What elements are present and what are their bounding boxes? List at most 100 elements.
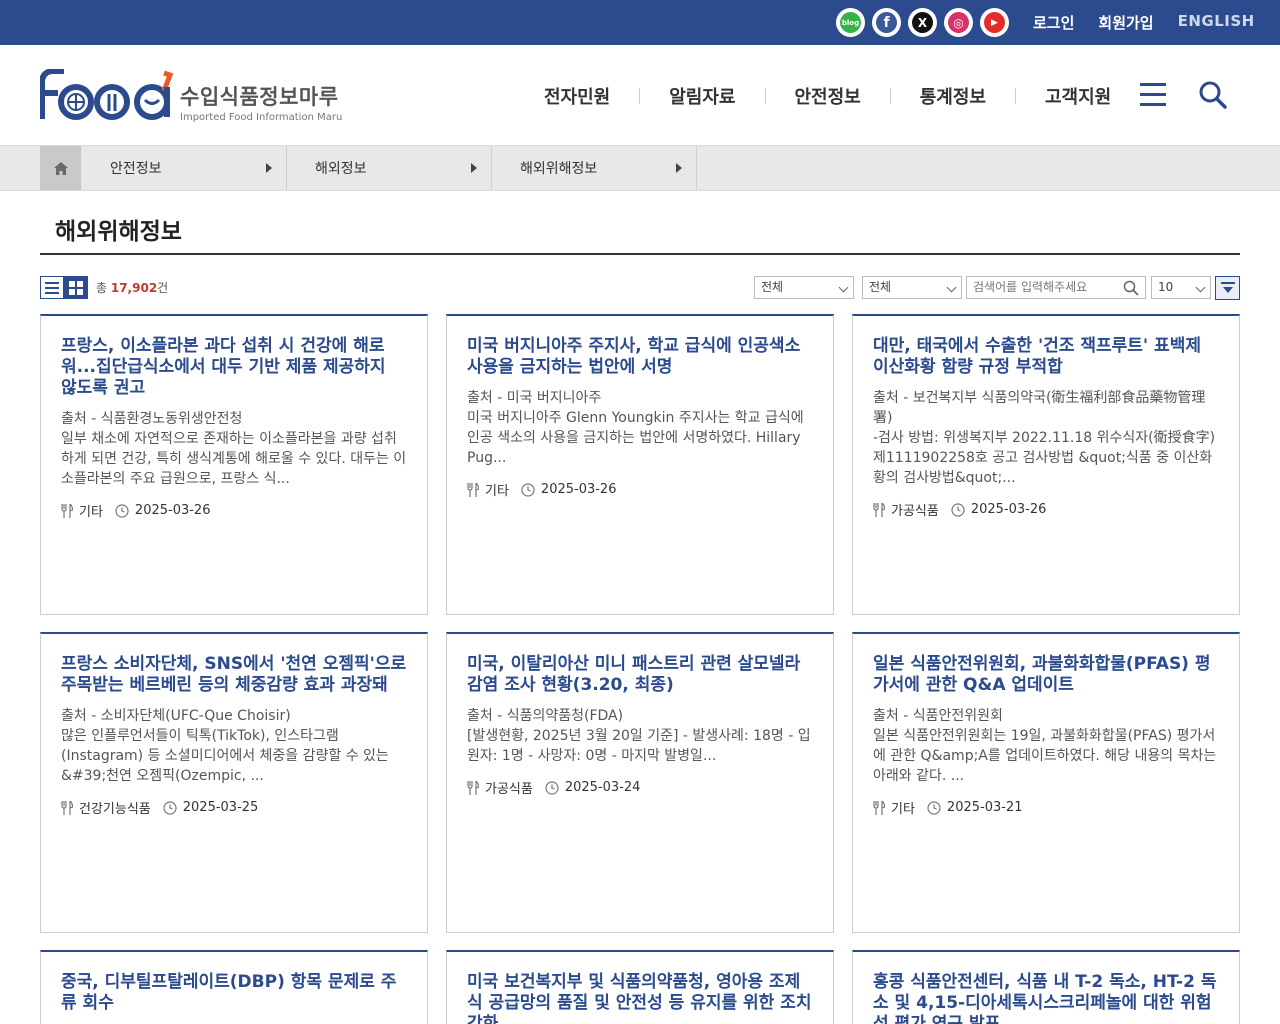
caret-right-icon [266,163,272,173]
apply-filter-button[interactable] [1215,276,1240,300]
card-description: [발생현황, 2025년 3월 20일 기준] - 발생사례: 18명 - 입원… [467,728,811,764]
filter-select-2[interactable]: 전체 [862,276,962,299]
card-description: 일부 채소에 자연적으로 존재하는 이소플라본을 과량 섭취하게 되면 건강, … [61,431,407,487]
dropdown-arrow-icon [1220,282,1235,293]
card-title[interactable]: 중국, 디부틸프탈레이트(DBP) 항목 문제로 주류 회수 [61,972,407,1014]
card-category: 기타 [485,484,509,499]
search-input[interactable]: 검색어를 입력해주세요 [966,276,1146,299]
card-title[interactable]: 프랑스, 이소플라본 과다 섭취 시 건강에 해로워...집단급식소에서 대두 … [61,336,407,399]
news-card[interactable]: 미국 보건복지부 및 식품의약품청, 영아용 조제식 공급망의 품질 및 안전성… [446,950,834,1024]
clock-icon [115,503,129,518]
hamburger-menu-icon[interactable] [1140,82,1166,106]
site-logo[interactable]: 수입식품정보마루 Imported Food Information Maru [39,68,343,123]
clock-icon [521,482,535,497]
chevron-down-icon [838,282,849,293]
news-card[interactable]: 홍콩 식품안전센터, 식품 내 T-2 독소, HT-2 독소 및 4,15-디… [852,950,1240,1024]
card-category: 기타 [891,802,915,817]
card-meta: 기타 2025-03-26 [61,501,407,520]
nav-e-civil[interactable]: 전자민원 [544,83,610,109]
news-card[interactable]: 프랑스, 이소플라본 과다 섭취 시 건강에 해로워...집단급식소에서 대두 … [40,314,428,615]
card-source: 출처 - 식품환경노동위생안전청 [61,411,243,427]
card-date: 2025-03-25 [182,800,259,815]
utensils-icon [467,482,479,497]
card-title[interactable]: 미국, 이탈리아산 미니 패스트리 관련 살모넬라 감염 조사 현황(3.20,… [467,654,813,696]
card-title[interactable]: 대만, 태국에서 수출한 '건조 잭프루트' 표백제 이산화황 함량 규정 부적… [873,336,1219,378]
card-source: 출처 - 식품의약품청(FDA) [467,708,624,724]
card-category: 가공식품 [891,504,939,519]
news-card[interactable]: 미국, 이탈리아산 미니 패스트리 관련 살모넬라 감염 조사 현황(3.20,… [446,632,834,933]
nav-divider [1015,88,1016,104]
youtube-icon[interactable]: ▶ [980,8,1009,37]
clock-icon [545,780,559,795]
card-date: 2025-03-26 [540,482,617,497]
card-description: 미국 버지니아주 Glenn Youngkin 주지사는 학교 급식에 인공 색… [467,410,804,466]
card-title[interactable]: 미국 버지니아주 주지사, 학교 급식에 인공색소 사용을 금지하는 법안에 서… [467,336,813,378]
list-view-icon [45,281,59,294]
nav-safety[interactable]: 안전정보 [795,83,861,109]
page-title: 해외위해정보 [55,219,182,245]
breadcrumb-label: 안전정보 [110,161,162,177]
title-divider [40,253,1240,255]
news-card[interactable]: 중국, 디부틸프탈레이트(DBP) 항목 문제로 주류 회수 [40,950,428,1024]
utensils-icon [873,800,885,815]
login-link[interactable]: 로그인 [1033,12,1074,33]
news-card[interactable]: 일본 식품안전위원회, 과불화화합물(PFAS) 평가서에 관한 Q&A 업데이… [852,632,1240,933]
card-description: -검사 방법: 위생복지부 2022.11.18 위수식자(衛授食字) 제111… [873,430,1216,486]
logo-english-text: Imported Food Information Maru [180,112,343,123]
card-meta: 건강기능식품 2025-03-25 [61,798,407,817]
nav-divider [764,88,766,104]
breadcrumb: 안전정보 해외정보 해외위해정보 [0,145,1280,191]
utensils-icon [467,780,479,795]
top-utility-bar: blog f X ◎ ▶ 로그인 회원가입 ENGLISH [0,0,1280,45]
card-title[interactable]: 홍콩 식품안전센터, 식품 내 T-2 독소, HT-2 독소 및 4,15-디… [873,972,1219,1024]
card-title[interactable]: 미국 보건복지부 및 식품의약품청, 영아용 조제식 공급망의 품질 및 안전성… [467,972,813,1024]
news-card[interactable]: 미국 버지니아주 주지사, 학교 급식에 인공색소 사용을 금지하는 법안에 서… [446,314,834,615]
nav-statistics[interactable]: 통계정보 [920,83,986,109]
chevron-down-icon [946,282,957,293]
instagram-icon[interactable]: ◎ [944,8,973,37]
card-source: 출처 - 소비자단체(UFC-Que Choisir) [61,708,291,724]
search-icon[interactable] [1123,280,1139,296]
english-link[interactable]: ENGLISH [1178,12,1255,33]
card-view-button[interactable] [64,276,88,299]
card-source: 출처 - 보건복지부 식품의약국(衛生福利部食品藥物管理署) [873,390,1206,426]
card-date: 2025-03-21 [946,800,1023,815]
card-category: 기타 [79,505,103,520]
card-category: 가공식품 [485,782,533,797]
chevron-down-icon [1195,282,1206,293]
card-title[interactable]: 프랑스 소비자단체, SNS에서 '천연 오젬픽'으로 주목받는 베르베린 등의… [61,654,407,696]
news-card[interactable]: 프랑스 소비자단체, SNS에서 '천연 오젬픽'으로 주목받는 베르베린 등의… [40,632,428,933]
filter-select-1[interactable]: 전체 [754,276,854,299]
grid-view-icon [69,280,83,295]
card-description: 일본 식품안전위원회는 19일, 과불화화합물(PFAS) 평가서에 관한 Q&… [873,728,1217,784]
news-card[interactable]: 대만, 태국에서 수출한 '건조 잭프루트' 표백제 이산화황 함량 규정 부적… [852,314,1240,615]
breadcrumb-label: 해외정보 [315,161,367,177]
home-icon[interactable] [40,146,81,190]
card-source: 출처 - 미국 버지니아주 [467,390,602,406]
x-icon[interactable]: X [908,8,937,37]
clock-icon [951,502,965,517]
count-value: 17,902 [110,281,158,295]
page-size-select[interactable]: 10 [1151,276,1211,299]
card-title[interactable]: 일본 식품안전위원회, 과불화화합물(PFAS) 평가서에 관한 Q&A 업데이… [873,654,1219,696]
card-meta: 기타 2025-03-26 [467,480,813,499]
card-date: 2025-03-26 [134,503,211,518]
breadcrumb-level-3[interactable]: 해외위해정보 [492,146,697,190]
nav-support[interactable]: 고객지원 [1045,83,1111,109]
facebook-icon[interactable]: f [872,8,901,37]
list-view-button[interactable] [40,276,64,299]
utensils-icon [873,502,885,517]
main-navigation: 전자민원 알림자료 안전정보 통계정보 고객지원 [544,83,1111,109]
breadcrumb-level-1[interactable]: 안전정보 [82,146,287,190]
nav-divider [639,88,641,104]
card-date: 2025-03-26 [970,502,1047,517]
card-description: 많은 인플루언서들이 틱톡(TikTok), 인스타그램(Instagram) … [61,728,389,784]
caret-right-icon [676,163,682,173]
signup-link[interactable]: 회원가입 [1098,12,1153,33]
search-icon[interactable] [1198,80,1228,110]
caret-right-icon [471,163,477,173]
nav-notice[interactable]: 알림자료 [669,83,735,109]
blog-icon[interactable]: blog [836,8,865,37]
clock-icon [927,800,941,815]
breadcrumb-level-2[interactable]: 해외정보 [287,146,492,190]
